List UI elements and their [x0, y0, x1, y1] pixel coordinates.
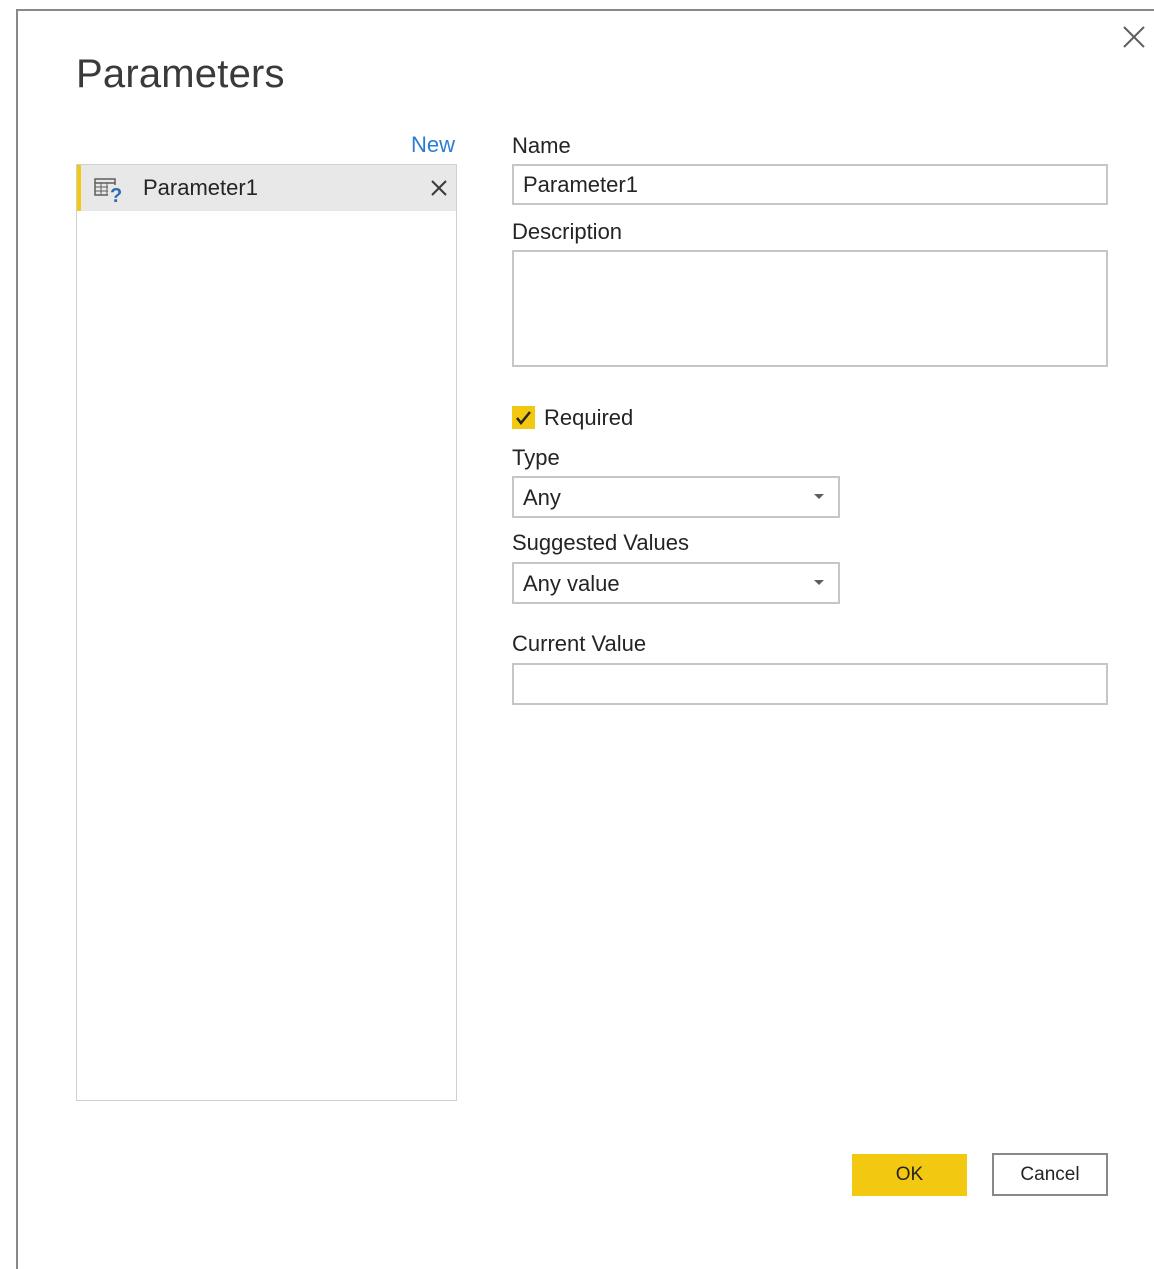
dialog-title: Parameters	[76, 52, 285, 96]
new-parameter-link[interactable]: New	[411, 132, 455, 158]
name-label: Name	[512, 133, 571, 158]
ok-button[interactable]: OK	[852, 1154, 967, 1196]
description-label: Description	[512, 219, 623, 244]
delete-parameter-icon[interactable]	[429, 178, 449, 198]
type-select[interactable]: Any	[512, 476, 840, 518]
required-label: Required	[544, 405, 634, 430]
close-icon[interactable]	[1122, 25, 1146, 49]
suggested-values-select-value: Any value	[523, 571, 620, 596]
type-select-value: Any	[523, 485, 561, 510]
list-item-label: Parameter1	[143, 175, 258, 200]
cancel-button[interactable]: Cancel	[992, 1153, 1108, 1196]
suggested-values-select[interactable]: Any value	[512, 562, 840, 604]
parameter-table-icon: ?	[93, 175, 127, 207]
parameter-list: ? Parameter1	[76, 164, 457, 1101]
name-field[interactable]: Parameter1	[512, 164, 1108, 205]
svg-text:?: ?	[110, 185, 122, 203]
checkmark-icon	[516, 411, 531, 425]
description-field[interactable]	[512, 250, 1108, 367]
current-value-label: Current Value	[512, 631, 647, 656]
chevron-down-icon	[814, 494, 824, 499]
required-checkbox[interactable]	[512, 406, 535, 429]
suggested-values-label: Suggested Values	[512, 530, 689, 555]
chevron-down-icon	[814, 580, 824, 585]
current-value-field[interactable]	[512, 663, 1108, 705]
type-label: Type	[512, 445, 560, 470]
list-item-parameter1[interactable]: ? Parameter1	[77, 165, 456, 211]
